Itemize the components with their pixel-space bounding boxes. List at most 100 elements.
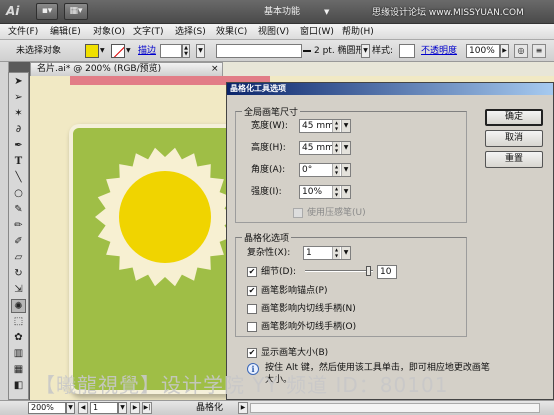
brush-anchor-checkbox[interactable]: ✔ — [247, 286, 257, 296]
lasso-tool-icon[interactable]: ∂ — [11, 123, 26, 137]
chevron-down-icon[interactable]: ▼ — [100, 44, 108, 58]
arrange-documents-button[interactable]: ▦▾ — [64, 3, 88, 20]
stroke-weight-field[interactable] — [160, 44, 182, 58]
height-label: 高度(H): — [251, 143, 286, 153]
ellipse-tool-icon[interactable]: ○ — [11, 187, 26, 201]
stroke-swatch[interactable] — [111, 44, 125, 58]
pencil-tool-icon[interactable]: ✏ — [11, 219, 26, 233]
symbol-sprayer-tool-icon[interactable]: ✿ — [11, 331, 26, 345]
menu-select[interactable]: 选择(S) — [175, 24, 206, 40]
horizontal-scrollbar[interactable] — [250, 403, 540, 413]
mesh-tool-icon[interactable]: ▦ — [11, 363, 26, 377]
magic-wand-tool-icon[interactable]: ✶ — [11, 107, 26, 121]
gradient-tool-icon[interactable]: ◧ — [11, 379, 26, 393]
page-field[interactable]: 1 — [90, 402, 118, 414]
brush-tool-icon[interactable]: ✎ — [11, 203, 26, 217]
opacity-field[interactable]: 100% — [466, 44, 500, 58]
style-label: 样式: — [372, 46, 394, 56]
type-tool-icon[interactable]: T — [11, 155, 26, 169]
show-brush-size-checkbox[interactable]: ✔ — [247, 348, 257, 358]
menu-object[interactable]: 对象(O) — [93, 24, 125, 40]
dialog-title: 晶格化工具选项 — [227, 83, 553, 95]
opacity-link[interactable]: 不透明度 — [421, 40, 457, 62]
menu-type[interactable]: 文字(T) — [133, 24, 164, 40]
line-tool-icon[interactable]: ╲ — [11, 171, 26, 185]
fill-swatch[interactable] — [85, 44, 99, 58]
angle-stepper[interactable]: ▲ ▼ — [332, 164, 340, 176]
detail-slider-thumb[interactable] — [365, 266, 371, 276]
blob-brush-tool-icon[interactable]: ✐ — [11, 235, 26, 249]
chevron-down-icon[interactable]: ▼ — [126, 44, 134, 58]
watermark-top: 思缘设计论坛 www.MISSYUAN.COM — [372, 8, 524, 18]
crystallize-tool-icon[interactable]: ✺ — [11, 299, 26, 313]
chevron-down-icon[interactable]: ▼ — [341, 120, 350, 132]
page-dropdown[interactable]: ▼ — [118, 402, 127, 414]
last-page-icon[interactable]: ▶| — [142, 402, 152, 414]
ok-button[interactable]: 确定 — [485, 109, 543, 126]
detail-slider-track[interactable] — [305, 270, 373, 272]
width-combo[interactable]: 45 mm ▲ ▼ ▼ — [299, 119, 351, 133]
direct-selection-tool-icon[interactable]: ➢ — [11, 91, 26, 105]
graphic-style-swatch[interactable] — [399, 44, 415, 58]
brush-in-tangent-checkbox[interactable] — [247, 304, 257, 314]
selection-tool-icon[interactable]: ➤ — [11, 75, 26, 89]
graph-tool-icon[interactable]: ▥ — [11, 347, 26, 361]
chevron-down-icon[interactable]: ▼ — [324, 4, 334, 20]
variable-width-profile[interactable] — [216, 44, 302, 58]
width-stepper[interactable]: ▲ ▼ — [332, 120, 340, 132]
close-icon[interactable]: × — [211, 63, 221, 77]
opacity-value: 100 — [469, 46, 487, 56]
menu-effect[interactable]: 效果(C) — [216, 24, 247, 40]
reset-button[interactable]: 重置 — [485, 151, 543, 168]
intensity-combo[interactable]: 10% ▲ ▼ ▼ — [299, 185, 351, 199]
menu-edit[interactable]: 编辑(E) — [50, 24, 81, 40]
brush-definition[interactable]: 2 pt. 椭圆形 — [314, 44, 365, 58]
menu-help[interactable]: 帮助(H) — [342, 24, 374, 40]
intensity-stepper[interactable]: ▲ ▼ — [332, 186, 340, 198]
zoom-field[interactable]: 200% — [28, 402, 66, 414]
document-tab[interactable]: 名片.ai* @ 200% (RGB/预览) × — [30, 62, 223, 76]
height-combo[interactable]: 45 mm ▲ ▼ ▼ — [299, 141, 351, 155]
current-tool-label: 晶格化 — [196, 403, 224, 413]
cancel-button[interactable]: 取消 — [485, 130, 543, 147]
next-page-icon[interactable]: ▶ — [130, 402, 140, 414]
chevron-down-icon[interactable]: ▼ — [341, 142, 350, 154]
status-menu-icon[interactable]: ▶ — [238, 402, 248, 414]
stroke-weight-stepper[interactable]: ▲ ▼ — [182, 44, 190, 58]
bridge-button[interactable]: ▪▾ — [36, 3, 58, 20]
menu-window[interactable]: 窗口(W) — [300, 24, 334, 40]
chevron-down-icon[interactable]: ▼ — [341, 186, 350, 198]
recolor-icon[interactable]: ◎ — [514, 44, 528, 58]
angle-value: 0° — [302, 165, 313, 175]
detail-field[interactable]: 10 — [377, 265, 397, 279]
opacity-dropdown[interactable]: ▶ — [500, 44, 509, 58]
width-value: 45 mm — [302, 121, 334, 131]
menu-view[interactable]: 视图(V) — [258, 24, 289, 40]
angle-combo[interactable]: 0° ▲ ▼ ▼ — [299, 163, 351, 177]
opacity-unit: % — [486, 46, 495, 56]
workspace-label[interactable]: 基本功能 — [264, 4, 324, 20]
height-stepper[interactable]: ▲ ▼ — [332, 142, 340, 154]
rotate-tool-icon[interactable]: ↻ — [11, 267, 26, 281]
detail-checkbox[interactable]: ✔ — [247, 267, 257, 277]
pen-tool-icon[interactable]: ✒ — [11, 139, 26, 153]
brush-out-tangent-checkbox[interactable] — [247, 322, 257, 332]
chevron-down-icon[interactable]: ▼ — [341, 164, 350, 176]
show-brush-size-label: 显示画笔大小(B) — [261, 348, 329, 358]
align-icon[interactable]: ≡ — [532, 44, 546, 58]
height-value: 45 mm — [302, 143, 334, 153]
eraser-tool-icon[interactable]: ▱ — [11, 251, 26, 265]
menu-file[interactable]: 文件(F) — [8, 24, 38, 40]
brush-dropdown[interactable]: ▼ — [361, 44, 370, 58]
artwork-sun[interactable] — [93, 145, 238, 290]
pressure-pen-checkbox[interactable] — [293, 208, 303, 218]
first-page-icon[interactable]: ◀ — [78, 402, 88, 414]
detail-label: 细节(D): — [261, 267, 296, 277]
stroke-weight-dropdown[interactable]: ▼ — [196, 44, 205, 58]
stroke-link[interactable]: 描边 — [138, 40, 156, 62]
zoom-dropdown[interactable]: ▼ — [66, 402, 75, 414]
width-label: 宽度(W): — [251, 121, 288, 131]
scale-tool-icon[interactable]: ⇲ — [11, 283, 26, 297]
free-transform-tool-icon[interactable]: ⬚ — [11, 315, 26, 329]
toolbox: ➤ ➢ ✶ ∂ ✒ T ╲ ○ ✎ ✏ ✐ ▱ ↻ ⇲ ✺ ⬚ ✿ ▥ ▦ ◧ — [8, 72, 29, 400]
